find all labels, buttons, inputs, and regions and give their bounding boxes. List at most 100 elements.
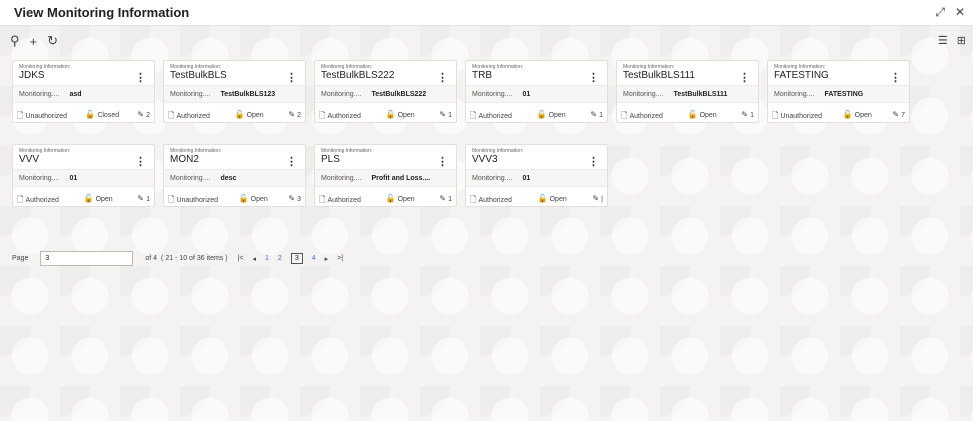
- list-view-icon[interactable]: ☰: [938, 34, 948, 47]
- pagination: Page 3 of 4 ( 21 - 10 of 36 items ) |< ◂…: [12, 251, 343, 266]
- card-name: TestBulkBLS222: [321, 70, 395, 81]
- card-name: JDKS: [19, 70, 45, 81]
- auth-status: 🗋 Authorized: [319, 194, 361, 208]
- monitoring-card[interactable]: Monitoring Information: FATESTING ⋮ Monitor…: [767, 60, 910, 123]
- description-label: Monitoring....: [321, 175, 362, 182]
- monitoring-card[interactable]: Monitoring Information: TestBulkBLS ⋮ Monit…: [163, 60, 306, 123]
- first-page-icon[interactable]: |<: [238, 255, 244, 262]
- monitoring-card[interactable]: Monitoring Information: TRB ⋮ Monitoring...…: [465, 60, 608, 123]
- kebab-menu-icon[interactable]: ⋮: [286, 71, 297, 84]
- description-value: 01: [522, 175, 531, 182]
- modification-count: ✎ 1: [137, 194, 150, 208]
- kebab-menu-icon[interactable]: ⋮: [286, 155, 297, 168]
- card-status-row: 🗋 Unauthorized 🔓 Closed ✎ 2: [13, 104, 154, 124]
- auth-status: 🗋 Authorized: [17, 194, 59, 208]
- card-status-row: 🗋 Authorized 🔓 Open ✎ |: [466, 188, 607, 208]
- page-4[interactable]: 4: [312, 255, 316, 262]
- record-status: 🔓 Closed: [85, 110, 119, 124]
- card-status-row: 🗋 Unauthorized 🔓 Open ✎ 3: [164, 188, 305, 208]
- plus-icon[interactable]: +: [30, 34, 38, 49]
- description-label: Monitoring....: [170, 175, 211, 182]
- kebab-menu-icon[interactable]: ⋮: [890, 71, 901, 84]
- monitoring-card[interactable]: Monitoring Information: TestBulkBLS111 ⋮ Mo…: [616, 60, 759, 123]
- title-bar: View Monitoring Information ⤢ ✕: [0, 0, 973, 26]
- monitoring-card[interactable]: Monitoring Information: TestBulkBLS222 ⋮ Mo…: [314, 60, 457, 123]
- description-value: Profit and Loss....: [371, 175, 431, 182]
- record-status-text: Open: [250, 196, 268, 203]
- modification-count: ✎ 1: [741, 110, 754, 124]
- kebab-menu-icon[interactable]: ⋮: [135, 155, 146, 168]
- auth-status: 🗋 Authorized: [168, 110, 210, 124]
- toolbar: ⚲ + ↻: [10, 33, 58, 49]
- modification-count: ✎ 2: [137, 110, 150, 124]
- grid-view-icon[interactable]: ⊞: [957, 34, 966, 47]
- kebab-menu-icon[interactable]: ⋮: [588, 155, 599, 168]
- kebab-menu-icon[interactable]: ⋮: [437, 71, 448, 84]
- last-page-icon[interactable]: >|: [337, 255, 343, 262]
- page-1[interactable]: 1: [265, 255, 269, 262]
- items-count: ( 21 - 10 of 36 items ): [161, 255, 228, 262]
- modification-count-text: 1: [750, 112, 754, 119]
- edit-icon: ✎: [592, 194, 600, 203]
- kebab-menu-icon[interactable]: ⋮: [437, 155, 448, 168]
- auth-status-text: Authorized: [478, 113, 512, 120]
- monitoring-card[interactable]: Monitoring Information: VVV3 ⋮ Monitoring..…: [465, 144, 608, 207]
- card-status-row: 🗋 Authorized 🔓 Open ✎ 1: [315, 104, 456, 124]
- monitoring-card[interactable]: Monitoring Information: MON2 ⋮ Monitoring..…: [163, 144, 306, 207]
- next-page-icon[interactable]: ▸: [325, 255, 329, 263]
- refresh-icon[interactable]: ↻: [47, 33, 58, 49]
- search-icon[interactable]: ⚲: [10, 33, 20, 49]
- resize-icon[interactable]: ⤢: [935, 5, 945, 20]
- edit-icon: ✎: [137, 194, 145, 203]
- lock-icon: 🔓: [385, 194, 396, 203]
- record-status-text: Open: [246, 112, 264, 119]
- document-icon: 🗋: [168, 111, 175, 120]
- document-icon: 🗋: [319, 195, 326, 204]
- description-value: FATESTING: [824, 91, 864, 98]
- page-input[interactable]: 3: [40, 251, 134, 266]
- auth-status: 🗋 Unauthorized: [17, 110, 67, 124]
- modification-count-text: 1: [448, 196, 452, 203]
- edit-icon: ✎: [741, 110, 749, 119]
- modification-count: ✎ 1: [439, 194, 452, 208]
- lock-icon: 🔓: [83, 194, 94, 203]
- modification-count: ✎ 3: [288, 194, 301, 208]
- record-status: 🔓 Open: [84, 194, 113, 208]
- edit-icon: ✎: [439, 110, 447, 119]
- monitoring-card[interactable]: Monitoring Information: PLS ⋮ Monitoring...…: [314, 144, 457, 207]
- document-icon: 🗋: [621, 111, 628, 120]
- auth-status-text: Authorized: [327, 197, 361, 204]
- record-status-text: Open: [95, 196, 113, 203]
- description-label: Monitoring....: [19, 175, 60, 182]
- modification-count: ✎ 1: [439, 110, 452, 124]
- edit-icon: ✎: [288, 194, 296, 203]
- prev-page-icon[interactable]: ◂: [252, 255, 256, 263]
- kebab-menu-icon[interactable]: ⋮: [739, 71, 750, 84]
- kebab-menu-icon[interactable]: ⋮: [135, 71, 146, 84]
- monitoring-card[interactable]: Monitoring Information: JDKS ⋮ Monitoring..…: [12, 60, 155, 123]
- description-label: Monitoring....: [472, 91, 513, 98]
- description-value: desc: [220, 175, 237, 182]
- auth-status: 🗋 Authorized: [470, 194, 512, 208]
- lock-icon: 🔓: [842, 110, 853, 119]
- lock-icon: 🔓: [687, 110, 698, 119]
- auth-status-text: Unauthorized: [25, 113, 68, 120]
- modification-count-text: 2: [297, 112, 301, 119]
- card-status-row: 🗋 Authorized 🔓 Open ✎ 1: [315, 188, 456, 208]
- monitoring-card[interactable]: Monitoring Information: VVV ⋮ Monitoring...…: [12, 144, 155, 207]
- document-icon: 🗋: [168, 195, 175, 204]
- card-name: TestBulkBLS: [170, 70, 227, 81]
- page-3-current[interactable]: 3: [290, 253, 303, 264]
- modification-count-text: 7: [901, 112, 905, 119]
- auth-status: 🗋 Unauthorized: [168, 194, 218, 208]
- page-2[interactable]: 2: [278, 255, 282, 262]
- close-icon[interactable]: ✕: [955, 5, 965, 20]
- card-status-row: 🗋 Authorized 🔓 Open ✎ 1: [617, 104, 758, 124]
- lock-icon: 🔓: [234, 110, 245, 119]
- card-status-row: 🗋 Authorized 🔓 Open ✎ 1: [13, 188, 154, 208]
- card-description-row: Monitoring.... FATESTING: [768, 85, 909, 103]
- record-status: 🔓 Open: [239, 194, 268, 208]
- description-value: TestBulkBLS123: [220, 91, 276, 98]
- kebab-menu-icon[interactable]: ⋮: [588, 71, 599, 84]
- card-description-row: Monitoring.... 01: [13, 169, 154, 187]
